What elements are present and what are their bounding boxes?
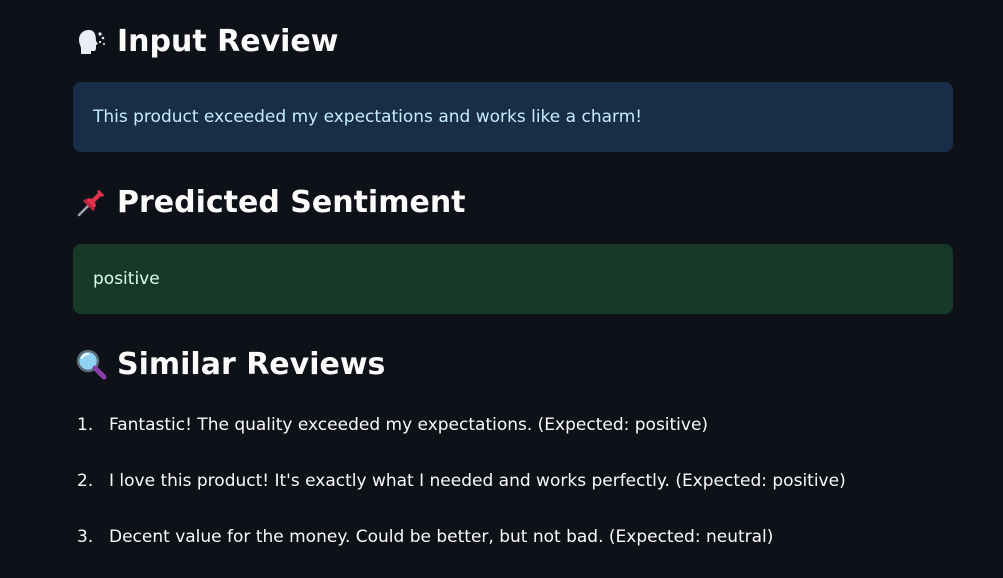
- pushpin-icon: [73, 185, 109, 221]
- list-item-number: 2.: [77, 471, 94, 491]
- predicted-sentiment-box: positive: [73, 244, 953, 314]
- input-review-box: This product exceeded my expectations an…: [73, 82, 953, 152]
- list-item-text: Fantastic! The quality exceeded my expec…: [109, 415, 709, 435]
- speaking-head-icon: [73, 24, 109, 60]
- predicted-sentiment-title: Predicted Sentiment: [117, 185, 466, 220]
- list-item-text: I love this product! It's exactly what I…: [109, 471, 846, 491]
- list-item: 3. Decent value for the money. Could be …: [73, 517, 846, 573]
- input-review-title: Input Review: [117, 24, 339, 59]
- similar-reviews-heading: Similar Reviews: [73, 345, 385, 385]
- list-item-text: Decent value for the money. Could be bet…: [109, 527, 774, 547]
- similar-reviews-list: 1. Fantastic! The quality exceeded my ex…: [73, 405, 846, 573]
- input-review-heading: Input Review: [73, 22, 338, 62]
- magnifier-icon: [73, 347, 109, 383]
- similar-reviews-title: Similar Reviews: [117, 347, 386, 382]
- input-review-text: This product exceeded my expectations an…: [93, 107, 643, 127]
- predicted-sentiment-value: positive: [93, 269, 160, 289]
- list-item-number: 3.: [77, 527, 94, 547]
- list-item-number: 1.: [77, 415, 94, 435]
- predicted-sentiment-heading: Predicted Sentiment: [73, 183, 466, 223]
- list-item: 1. Fantastic! The quality exceeded my ex…: [73, 405, 846, 461]
- app-main: Input Review This product exceeded my ex…: [0, 0, 1003, 578]
- list-item: 2. I love this product! It's exactly wha…: [73, 461, 846, 517]
